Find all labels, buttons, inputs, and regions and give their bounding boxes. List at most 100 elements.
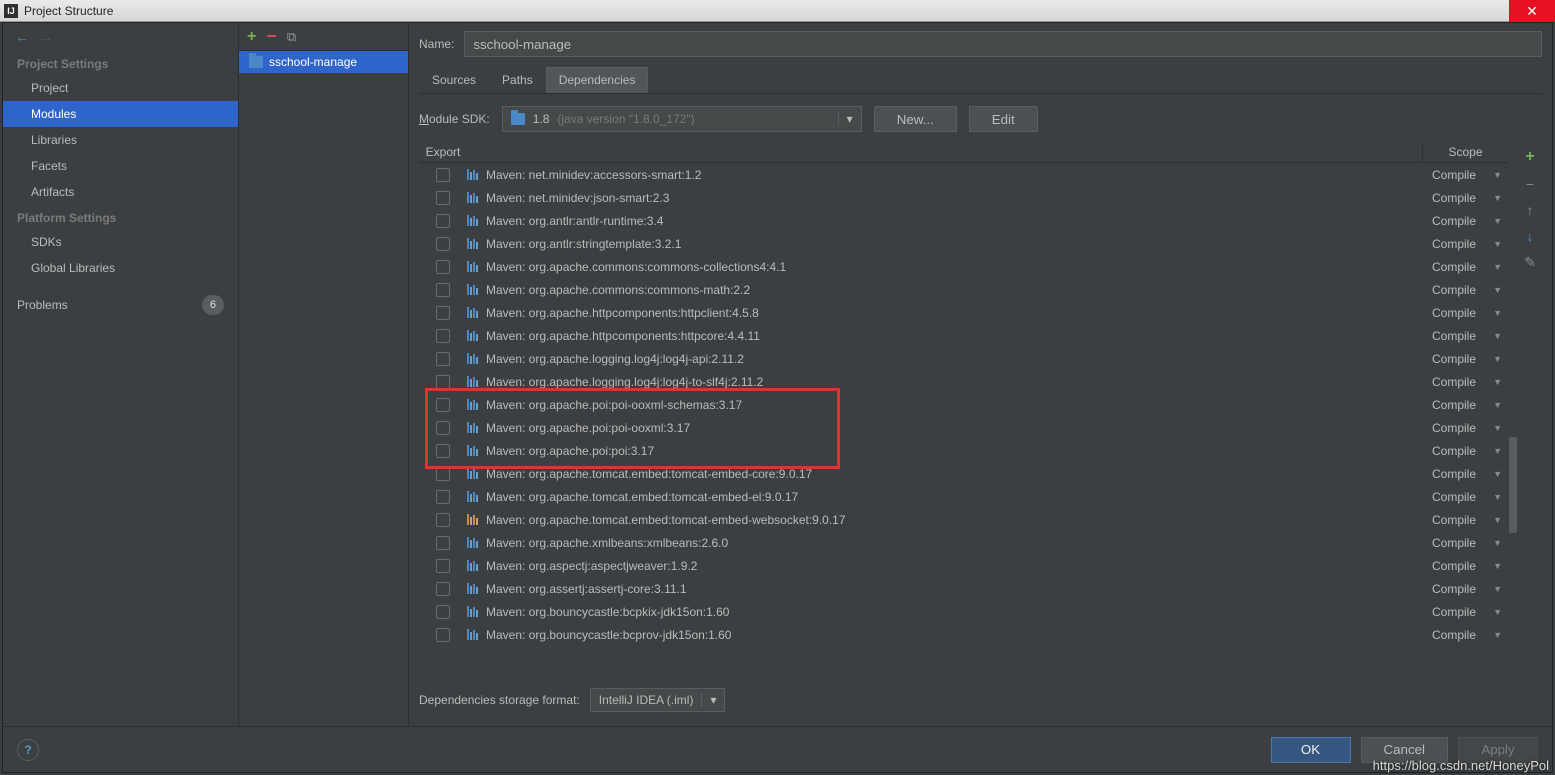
scope-select[interactable]: Compile▼ xyxy=(1422,536,1508,550)
dependency-row[interactable]: Maven: org.apache.logging.log4j:log4j-to… xyxy=(419,370,1508,393)
export-checkbox[interactable] xyxy=(436,168,450,182)
scope-select[interactable]: Compile▼ xyxy=(1422,168,1508,182)
scope-select[interactable]: Compile▼ xyxy=(1422,214,1508,228)
remove-dependency-icon[interactable]: − xyxy=(1526,176,1534,192)
export-checkbox[interactable] xyxy=(436,490,450,504)
tab-sources[interactable]: Sources xyxy=(419,67,489,93)
deps-table-header: Export Scope xyxy=(419,142,1508,163)
export-checkbox[interactable] xyxy=(436,628,450,642)
scope-select[interactable]: Compile▼ xyxy=(1422,444,1508,458)
scope-select[interactable]: Compile▼ xyxy=(1422,260,1508,274)
tab-paths[interactable]: Paths xyxy=(489,67,546,93)
export-checkbox[interactable] xyxy=(436,375,450,389)
module-sdk-select[interactable]: 1.8 (java version "1.8.0_172") ▾ xyxy=(502,106,862,132)
dependency-row[interactable]: Maven: org.apache.logging.log4j:log4j-ap… xyxy=(419,347,1508,370)
dependency-row[interactable]: Maven: org.apache.tomcat.embed:tomcat-em… xyxy=(419,508,1508,531)
export-checkbox[interactable] xyxy=(436,352,450,366)
export-checkbox[interactable] xyxy=(436,582,450,596)
tab-dependencies[interactable]: Dependencies xyxy=(546,67,649,93)
dependency-name: Maven: org.assertj:assertj-core:3.11.1 xyxy=(486,582,1422,596)
dependency-row[interactable]: Maven: org.antlr:antlr-runtime:3.4Compil… xyxy=(419,209,1508,232)
nav-item-modules[interactable]: Modules xyxy=(3,101,238,127)
nav-item-facets[interactable]: Facets xyxy=(3,153,238,179)
deps-scrollbar[interactable] xyxy=(1508,142,1518,678)
scope-select[interactable]: Compile▼ xyxy=(1422,467,1508,481)
library-icon xyxy=(467,422,478,433)
scope-select[interactable]: Compile▼ xyxy=(1422,329,1508,343)
nav-item-libraries[interactable]: Libraries xyxy=(3,127,238,153)
dependency-row[interactable]: Maven: org.apache.tomcat.embed:tomcat-em… xyxy=(419,485,1508,508)
dependency-row[interactable]: Maven: net.minidev:accessors-smart:1.2Co… xyxy=(419,163,1508,186)
dependency-row[interactable]: Maven: org.apache.httpcomponents:httpcli… xyxy=(419,301,1508,324)
export-checkbox[interactable] xyxy=(436,559,450,573)
chevron-down-icon: ▼ xyxy=(1493,446,1502,456)
export-checkbox[interactable] xyxy=(436,283,450,297)
ok-button[interactable]: OK xyxy=(1271,737,1351,763)
dependency-row[interactable]: Maven: org.apache.xmlbeans:xmlbeans:2.6.… xyxy=(419,531,1508,554)
scope-select[interactable]: Compile▼ xyxy=(1422,628,1508,642)
folder-icon xyxy=(249,56,263,68)
copy-module-icon[interactable]: ⧉ xyxy=(287,29,296,45)
dependency-row[interactable]: Maven: org.apache.commons:commons-collec… xyxy=(419,255,1508,278)
scope-select[interactable]: Compile▼ xyxy=(1422,398,1508,412)
module-item-sschool-manage[interactable]: sschool-manage xyxy=(239,51,408,73)
dependency-row[interactable]: Maven: org.bouncycastle:bcprov-jdk15on:1… xyxy=(419,623,1508,646)
scope-select[interactable]: Compile▼ xyxy=(1422,490,1508,504)
scope-select[interactable]: Compile▼ xyxy=(1422,283,1508,297)
window-close-button[interactable]: ✕ xyxy=(1509,0,1555,22)
storage-format-select[interactable]: IntelliJ IDEA (.iml) ▾ xyxy=(590,688,726,712)
help-button[interactable]: ? xyxy=(17,739,39,761)
module-name-input[interactable] xyxy=(464,31,1542,57)
nav-item-global-libraries[interactable]: Global Libraries xyxy=(3,255,238,281)
move-down-icon[interactable]: ↓ xyxy=(1527,228,1534,244)
scope-select[interactable]: Compile▼ xyxy=(1422,559,1508,573)
export-checkbox[interactable] xyxy=(436,444,450,458)
dependency-row[interactable]: Maven: org.bouncycastle:bcpkix-jdk15on:1… xyxy=(419,600,1508,623)
dependency-row[interactable]: Maven: org.antlr:stringtemplate:3.2.1Com… xyxy=(419,232,1508,255)
nav-item-artifacts[interactable]: Artifacts xyxy=(3,179,238,205)
add-dependency-icon[interactable]: + xyxy=(1525,148,1534,166)
scope-select[interactable]: Compile▼ xyxy=(1422,582,1508,596)
scope-select[interactable]: Compile▼ xyxy=(1422,605,1508,619)
export-checkbox[interactable] xyxy=(436,536,450,550)
deps-table-body[interactable]: Maven: net.minidev:accessors-smart:1.2Co… xyxy=(419,163,1508,678)
dependency-row[interactable]: Maven: org.aspectj:aspectjweaver:1.9.2Co… xyxy=(419,554,1508,577)
export-checkbox[interactable] xyxy=(436,306,450,320)
scope-select[interactable]: Compile▼ xyxy=(1422,513,1508,527)
export-checkbox[interactable] xyxy=(436,513,450,527)
scope-select[interactable]: Compile▼ xyxy=(1422,375,1508,389)
sdk-new-button[interactable]: New... xyxy=(874,106,957,132)
export-checkbox[interactable] xyxy=(436,605,450,619)
nav-item-sdks[interactable]: SDKs xyxy=(3,229,238,255)
export-checkbox[interactable] xyxy=(436,191,450,205)
dependency-row[interactable]: Maven: org.apache.poi:poi:3.17Compile▼ xyxy=(419,439,1508,462)
dependency-row[interactable]: Maven: org.apache.tomcat.embed:tomcat-em… xyxy=(419,462,1508,485)
dependency-row[interactable]: Maven: org.assertj:assertj-core:3.11.1Co… xyxy=(419,577,1508,600)
export-checkbox[interactable] xyxy=(436,398,450,412)
nav-back-icon[interactable]: ← xyxy=(15,29,29,45)
remove-module-icon[interactable]: − xyxy=(266,26,277,47)
dependency-row[interactable]: Maven: org.apache.httpcomponents:httpcor… xyxy=(419,324,1508,347)
scope-select[interactable]: Compile▼ xyxy=(1422,352,1508,366)
scope-select[interactable]: Compile▼ xyxy=(1422,237,1508,251)
export-checkbox[interactable] xyxy=(436,421,450,435)
move-up-icon[interactable]: ↑ xyxy=(1527,202,1534,218)
edit-dependency-icon[interactable]: ✎ xyxy=(1524,254,1536,271)
export-checkbox[interactable] xyxy=(436,260,450,274)
dependency-row[interactable]: Maven: org.apache.poi:poi-ooxml-schemas:… xyxy=(419,393,1508,416)
scope-select[interactable]: Compile▼ xyxy=(1422,306,1508,320)
nav-item-problems[interactable]: Problems 6 xyxy=(3,289,238,321)
add-module-icon[interactable]: + xyxy=(247,28,256,46)
dependency-row[interactable]: Maven: net.minidev:json-smart:2.3Compile… xyxy=(419,186,1508,209)
export-checkbox[interactable] xyxy=(436,467,450,481)
sdk-edit-button[interactable]: Edit xyxy=(969,106,1038,132)
nav-forward-icon[interactable]: → xyxy=(39,29,53,45)
dependency-row[interactable]: Maven: org.apache.poi:poi-ooxml:3.17Comp… xyxy=(419,416,1508,439)
nav-item-project[interactable]: Project xyxy=(3,75,238,101)
export-checkbox[interactable] xyxy=(436,329,450,343)
scope-select[interactable]: Compile▼ xyxy=(1422,421,1508,435)
export-checkbox[interactable] xyxy=(436,214,450,228)
dependency-row[interactable]: Maven: org.apache.commons:commons-math:2… xyxy=(419,278,1508,301)
export-checkbox[interactable] xyxy=(436,237,450,251)
scope-select[interactable]: Compile▼ xyxy=(1422,191,1508,205)
